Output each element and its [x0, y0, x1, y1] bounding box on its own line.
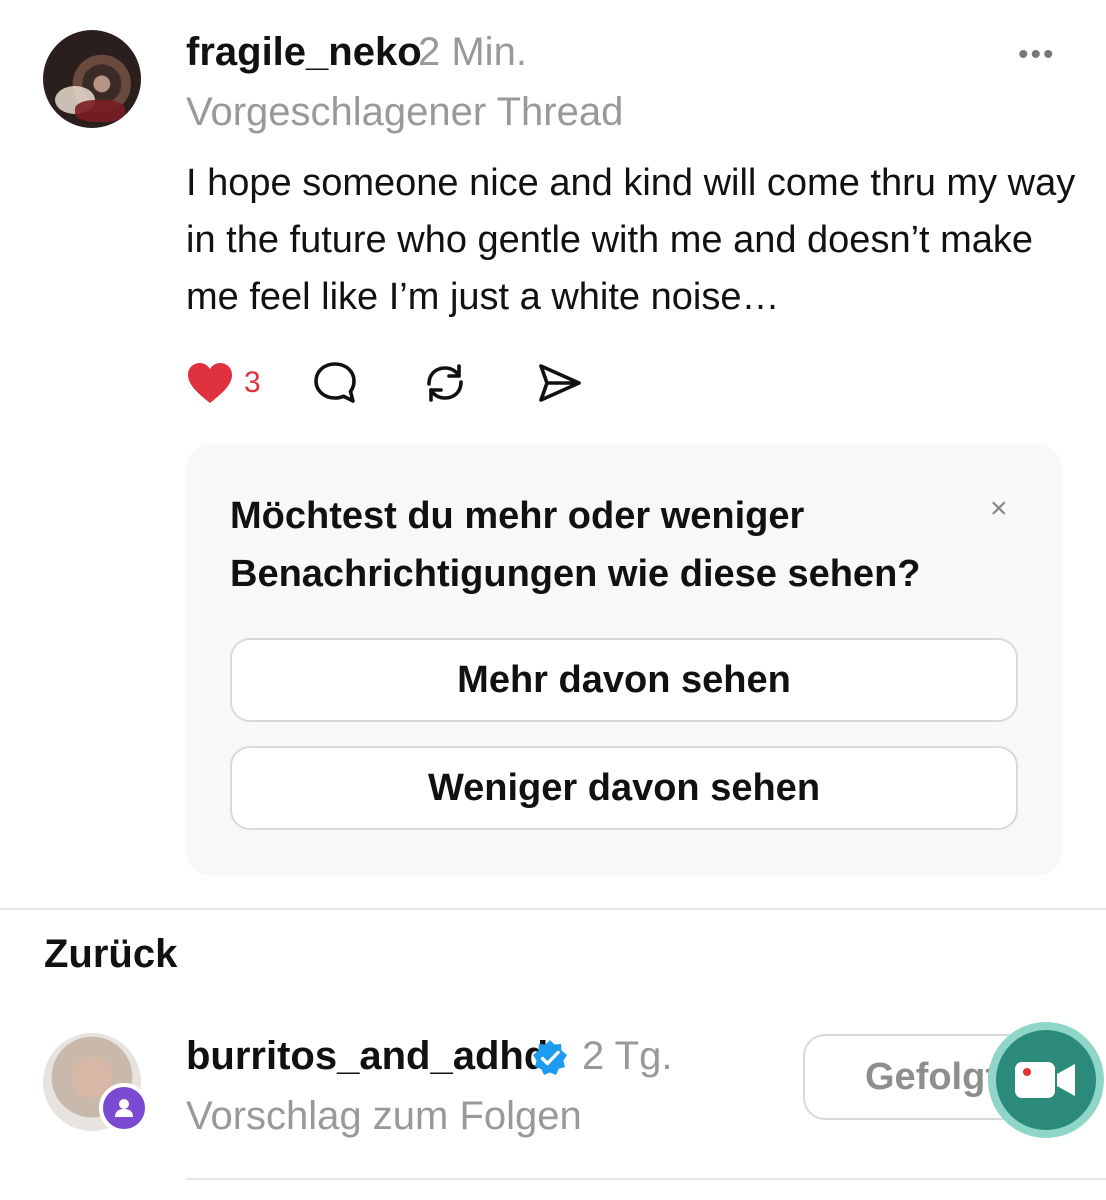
like-button[interactable]: 3 [186, 361, 311, 405]
heart-icon [188, 363, 232, 403]
see-more-button[interactable]: Mehr davon sehen [230, 638, 1018, 722]
share-button[interactable] [535, 361, 583, 405]
comment-button[interactable] [311, 360, 359, 406]
more-options-icon[interactable]: ••• [1018, 38, 1056, 72]
close-icon[interactable]: × [990, 492, 1008, 526]
verified-icon [533, 1040, 567, 1075]
post-subline: Vorgeschlagener Thread [186, 90, 624, 134]
back-section-title: Zurück [44, 932, 178, 976]
person-icon [99, 1083, 149, 1133]
repost-button[interactable] [421, 360, 469, 406]
video-camera-button[interactable] [988, 1022, 1104, 1138]
post-actions: 3 [186, 360, 583, 406]
send-icon [538, 364, 581, 402]
post-time: 2 Min. [418, 30, 527, 74]
post-text: I hope someone nice and kind will come t… [186, 162, 1076, 318]
avatar[interactable] [43, 30, 141, 128]
feedback-question: Möchtest du mehr oder weniger Benachrich… [230, 495, 921, 595]
see-less-button[interactable]: Weniger davon sehen [230, 746, 1018, 830]
post-username[interactable]: fragile_neko [186, 30, 422, 75]
suggestion-username[interactable]: burritos_and_adhd [186, 1034, 548, 1079]
video-camera-icon [996, 1030, 1096, 1130]
like-count: 3 [244, 366, 261, 399]
suggestion-subline: Vorschlag zum Folgen [186, 1094, 582, 1138]
comment-icon [313, 362, 356, 403]
repost-icon [426, 364, 463, 402]
divider [0, 908, 1106, 910]
suggestion-time: 2 Tg. [582, 1034, 673, 1078]
avatar-accent [75, 100, 125, 122]
divider [186, 1178, 1106, 1180]
